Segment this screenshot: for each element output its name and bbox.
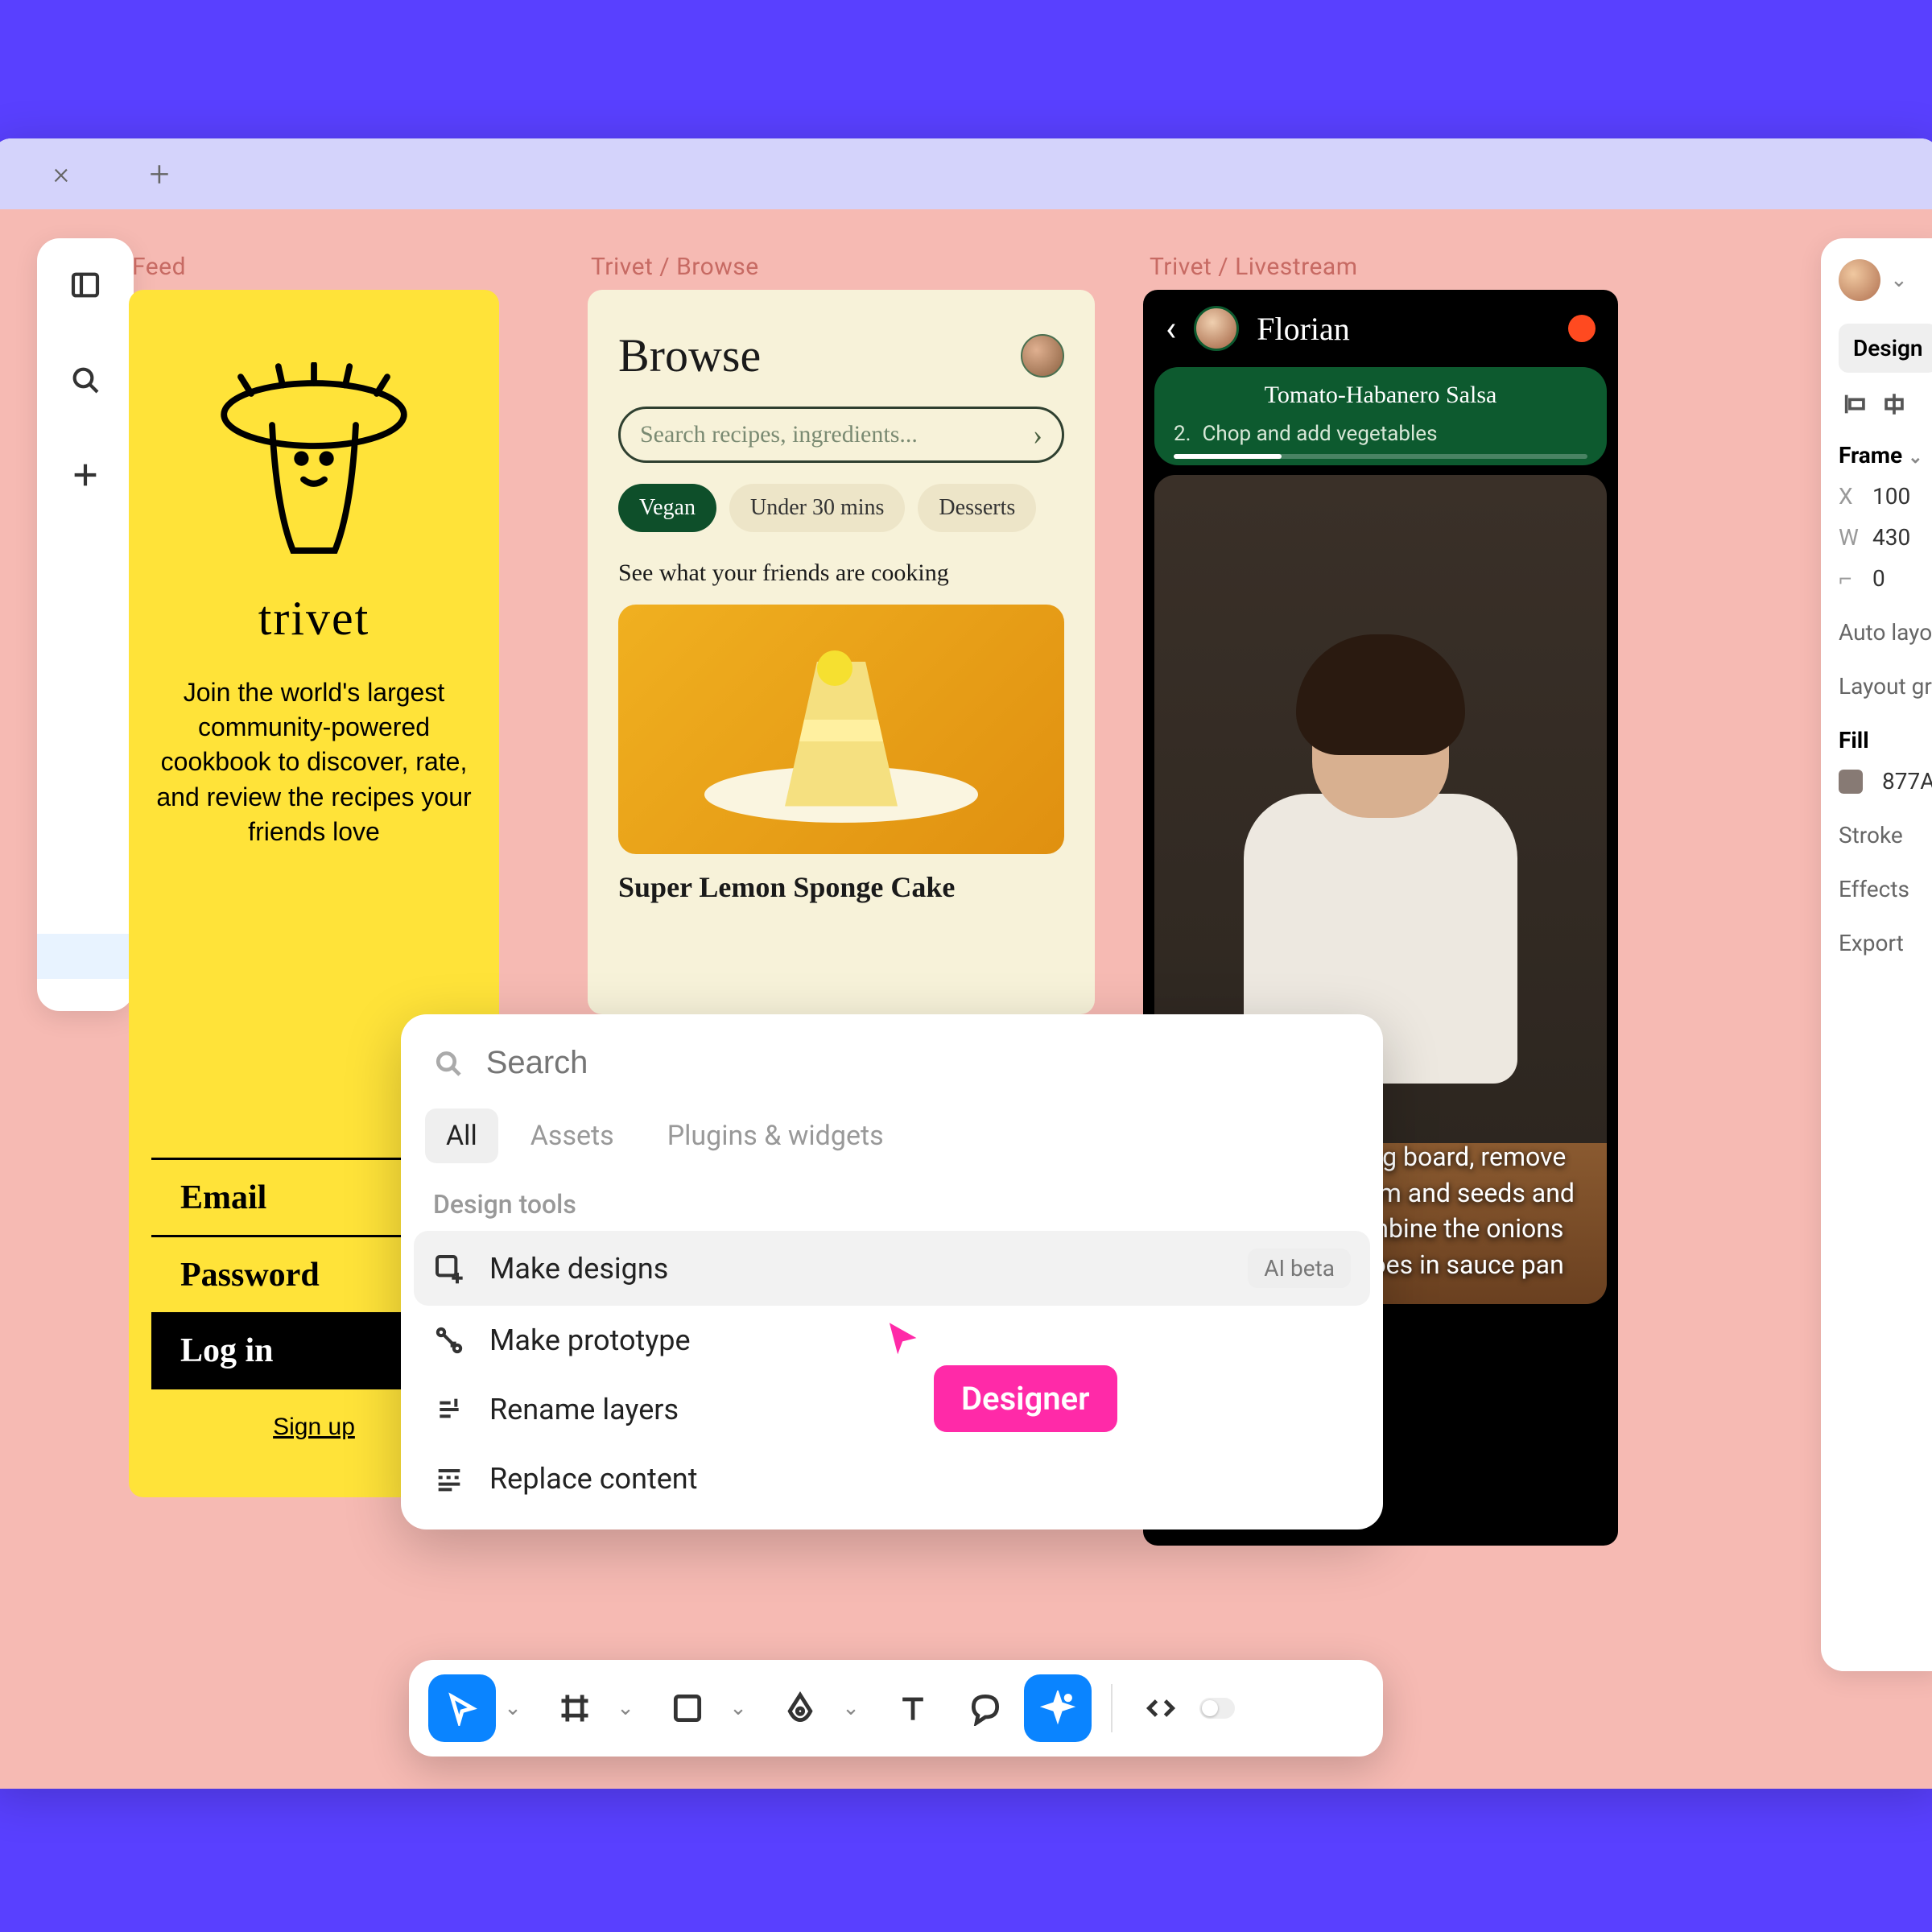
panel-icon[interactable]: [66, 266, 105, 304]
chevron-down-icon[interactable]: ⌄: [839, 1696, 863, 1720]
sidebar-selection[interactable]: [37, 934, 134, 979]
stroke-section[interactable]: Stroke: [1839, 822, 1932, 848]
chevron-right-icon: ›: [1033, 418, 1042, 452]
close-icon: ×: [53, 156, 69, 192]
search-input[interactable]: Search recipes, ingredients... ›: [618, 407, 1064, 463]
cursor-icon: [877, 1312, 931, 1365]
properties-panel: ⌄ Design Frame ⌄ X100 W430 ⌐0 Auto layo …: [1821, 238, 1932, 1671]
palette-section-label: Design tools: [401, 1181, 1383, 1231]
recipe-name: Tomato-Habanero Salsa: [1154, 382, 1607, 409]
fill-section: Fill: [1839, 727, 1932, 753]
recipe-title: Super Lemon Sponge Cake: [618, 870, 1064, 904]
fill-swatch-icon: [1839, 770, 1863, 794]
prototype-icon: [433, 1324, 465, 1356]
tab-design[interactable]: Design: [1839, 324, 1932, 373]
tool-devmode[interactable]: [1127, 1674, 1195, 1742]
frame-section[interactable]: Frame: [1839, 442, 1902, 469]
search-icon[interactable]: [66, 361, 105, 399]
palette-tab-all[interactable]: All: [425, 1108, 498, 1163]
chevron-down-icon[interactable]: ⌄: [726, 1696, 750, 1720]
add-page-icon[interactable]: [66, 456, 105, 494]
palette-tab-plugins[interactable]: Plugins & widgets: [646, 1108, 905, 1163]
palette-tab-assets[interactable]: Assets: [510, 1108, 635, 1163]
layout-grid-section[interactable]: Layout gr: [1839, 673, 1932, 700]
rename-icon: [433, 1393, 465, 1426]
palette-search-input[interactable]: [486, 1045, 1351, 1081]
tab-add[interactable]: +: [122, 151, 196, 196]
browse-title: Browse: [618, 328, 761, 382]
frame-label-feed[interactable]: Feed: [132, 253, 186, 281]
step-number: 2.: [1174, 422, 1191, 446]
back-icon[interactable]: ‹: [1166, 308, 1176, 349]
w-value[interactable]: 430: [1872, 524, 1910, 551]
app-window: × + Feed Trivet / Browse Trivet / Livest…: [0, 138, 1932, 1789]
streamer-avatar[interactable]: [1194, 306, 1239, 351]
palette-item-rename-layers[interactable]: Rename layers: [401, 1375, 1383, 1444]
tool-comment[interactable]: [952, 1674, 1019, 1742]
frame-label-livestream[interactable]: Trivet / Livestream: [1150, 253, 1358, 281]
frame-label-browse[interactable]: Trivet / Browse: [591, 253, 759, 281]
tool-frame[interactable]: [541, 1674, 609, 1742]
pill-under30[interactable]: Under 30 mins: [729, 484, 905, 532]
frame-plus-icon: [433, 1253, 465, 1285]
align-left-icon[interactable]: [1842, 390, 1869, 418]
tool-text[interactable]: [879, 1674, 947, 1742]
live-indicator-icon: [1568, 315, 1596, 342]
align-center-icon[interactable]: [1880, 390, 1908, 418]
tab-bar: × +: [0, 138, 1932, 209]
search-placeholder: Search recipes, ingredients...: [640, 421, 918, 448]
browse-subheader: See what your friends are cooking: [618, 559, 1064, 587]
pill-vegan[interactable]: Vegan: [618, 484, 716, 532]
chevron-down-icon[interactable]: ⌄: [613, 1696, 638, 1720]
effects-section[interactable]: Effects: [1839, 876, 1932, 902]
login-blurb: Join the world's largest community-power…: [151, 675, 477, 849]
toggle-icon[interactable]: [1199, 1698, 1235, 1719]
tool-move[interactable]: [428, 1674, 496, 1742]
streamer-name: Florian: [1257, 310, 1350, 348]
rotation-value[interactable]: 0: [1872, 565, 1885, 592]
artboard-browse[interactable]: Browse Search recipes, ingredients... › …: [588, 290, 1095, 1014]
tool-shape[interactable]: [654, 1674, 721, 1742]
recipe-image: [618, 605, 1064, 854]
export-section[interactable]: Export: [1839, 930, 1932, 956]
pill-desserts[interactable]: Desserts: [918, 484, 1036, 532]
brand-name: trivet: [258, 591, 370, 646]
user-avatar[interactable]: [1021, 334, 1064, 378]
search-icon: [433, 1047, 464, 1080]
left-sidebar: [37, 238, 134, 1011]
step-text: Chop and add vegetables: [1202, 422, 1437, 446]
chevron-down-icon[interactable]: ⌄: [501, 1696, 525, 1720]
recipe-card[interactable]: Super Lemon Sponge Cake: [618, 605, 1064, 904]
palette-item-replace-content[interactable]: Replace content: [401, 1444, 1383, 1513]
fill-value[interactable]: 877A: [1839, 768, 1932, 795]
tool-ai[interactable]: [1024, 1674, 1092, 1742]
user-menu[interactable]: ⌄: [1839, 259, 1932, 301]
trivet-logo-icon: [209, 362, 419, 572]
palette-item-make-designs[interactable]: Make designs AI beta: [414, 1231, 1370, 1306]
signup-link[interactable]: Sign up: [273, 1414, 355, 1441]
cursor-label: Designer: [934, 1365, 1117, 1432]
progress-bar[interactable]: [1174, 454, 1587, 459]
x-value[interactable]: 100: [1872, 483, 1910, 510]
command-palette: All Assets Plugins & widgets Design tool…: [401, 1014, 1383, 1530]
tool-pen[interactable]: [766, 1674, 834, 1742]
chevron-down-icon: ⌄: [1890, 268, 1908, 292]
user-avatar-icon: [1839, 259, 1880, 301]
bottom-toolbar: ⌄ ⌄ ⌄ ⌄: [409, 1660, 1383, 1757]
canvas[interactable]: Feed Trivet / Browse Trivet / Livestream…: [0, 209, 1932, 1789]
plus-icon: +: [150, 153, 170, 195]
replace-icon: [433, 1463, 465, 1495]
ai-beta-badge: AI beta: [1248, 1249, 1351, 1288]
auto-layout-section[interactable]: Auto layo: [1839, 619, 1932, 646]
tab-close[interactable]: ×: [24, 151, 98, 196]
